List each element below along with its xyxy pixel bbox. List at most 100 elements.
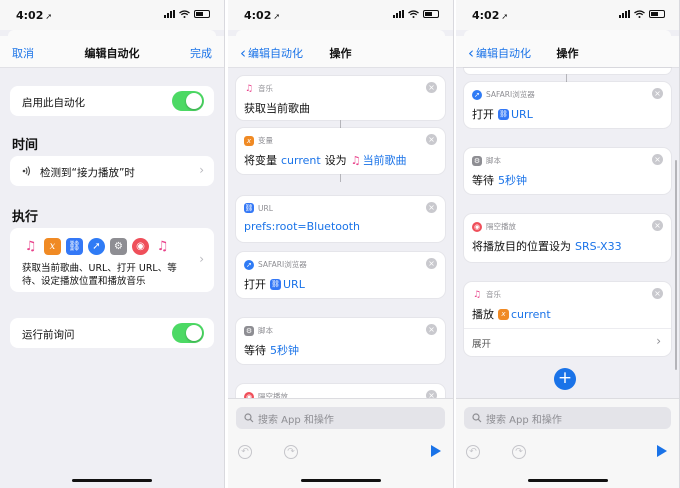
time-section-header: 时间: [12, 138, 39, 153]
screen-actions-top: 4:02 ➚ ‹ 编辑自动化 操作 ♫ 音乐 × 获取当前歌曲 x 变量 × 将变量 c…: [228, 0, 454, 488]
remove-action-icon[interactable]: ×: [652, 288, 663, 299]
url-value-token[interactable]: prefs:root=Bluetooth: [244, 220, 360, 233]
search-placeholder: 搜索 App 和操作: [486, 414, 562, 426]
action-text: 将变量: [244, 154, 277, 167]
remove-action-icon[interactable]: ×: [426, 134, 437, 145]
search-placeholder: 搜索 App 和操作: [258, 414, 334, 426]
expand-label: 展开: [472, 339, 492, 350]
remove-action-icon[interactable]: ×: [652, 88, 663, 99]
action-card-open-url[interactable]: ➚ SAFARI浏览器 × 打开 ⛓ URL: [464, 82, 671, 128]
safari-icon: ➚: [244, 259, 254, 270]
action-card-play-music[interactable]: ♫ 音乐 × 播放 x current 展开 ›: [464, 282, 671, 356]
screen-edit-automation: 4:02 ➚ 取消 编辑自动化 完成 启用此自动化 时间 检测到“接力播放”时 ›…: [0, 0, 225, 488]
action-text: 设为: [324, 154, 347, 167]
action-category: 脚本: [486, 156, 501, 165]
script-icon: ⚙: [110, 238, 127, 255]
undo-icon[interactable]: ↶: [238, 445, 252, 459]
variable-name-token[interactable]: current: [281, 154, 321, 167]
done-button[interactable]: 完成: [190, 45, 212, 61]
status-time: 4:02: [244, 9, 272, 22]
trigger-label: 检测到“接力播放”时: [40, 167, 135, 179]
ask-before-running-toggle[interactable]: [172, 323, 204, 343]
search-bar[interactable]: 搜索 App 和操作: [236, 407, 445, 429]
search-icon: [244, 413, 254, 423]
url-icon: ⛓: [270, 278, 281, 290]
action-category: 脚本: [258, 326, 273, 335]
variable-icon: x: [498, 308, 509, 320]
remove-action-icon[interactable]: ×: [426, 202, 437, 213]
current-song-token[interactable]: ♫ 当前歌曲: [351, 152, 407, 168]
action-text: 播放: [472, 308, 494, 321]
wifi-icon: [634, 10, 645, 18]
status-bar: 4:02 ➚: [456, 0, 679, 30]
chevron-right-icon: ›: [656, 334, 661, 348]
remove-action-icon[interactable]: ×: [652, 220, 663, 231]
action-text: 打开: [472, 108, 494, 121]
action-card-wait[interactable]: ⚙ 脚本 × 等待 5秒钟: [236, 318, 445, 364]
enable-automation-label: 启用此自动化: [22, 97, 85, 109]
status-bar: 4:02 ➚: [0, 0, 224, 30]
action-text: 将播放目的位置设为: [472, 240, 571, 253]
action-card-set-variable[interactable]: x 变量 × 将变量 current 设为 ♫ 当前歌曲: [236, 128, 445, 174]
ask-before-running-cell: 运行前询问: [10, 318, 214, 348]
action-category: 变量: [258, 136, 273, 145]
action-card-wait[interactable]: ⚙ 脚本 × 等待 5秒钟: [464, 148, 671, 194]
remove-action-icon[interactable]: ×: [426, 324, 437, 335]
expand-row[interactable]: 展开 ›: [464, 328, 671, 354]
cellular-signal-icon: [164, 10, 175, 18]
trigger-cell[interactable]: 检测到“接力播放”时 ›: [10, 156, 214, 186]
remove-action-icon[interactable]: ×: [652, 154, 663, 165]
device-token[interactable]: SRS-X33: [575, 240, 622, 253]
safari-icon: ➚: [472, 89, 482, 100]
remove-action-icon[interactable]: ×: [426, 82, 437, 93]
script-icon: ⚙: [472, 155, 482, 166]
back-button-label: 编辑自动化: [248, 47, 303, 60]
duration-token[interactable]: 5秒钟: [498, 172, 527, 188]
url-icon: ⛓: [66, 238, 83, 255]
duration-token[interactable]: 5秒钟: [270, 342, 299, 358]
add-action-button[interactable]: +: [554, 368, 576, 390]
action-card-get-current-song[interactable]: ♫ 音乐 × 获取当前歌曲: [236, 76, 445, 120]
back-button[interactable]: ‹ 编辑自动化: [468, 45, 531, 61]
action-category: SAFARI浏览器: [258, 260, 307, 269]
location-icon: ➚: [45, 12, 53, 21]
bottom-toolbar: 搜索 App 和操作 ↶ ↷: [228, 398, 453, 488]
enable-automation-toggle[interactable]: [172, 91, 204, 111]
bottom-toolbar: 搜索 App 和操作 ↶ ↷: [456, 398, 679, 488]
action-card-open-url[interactable]: ➚ SAFARI浏览器 × 打开 ⛓ URL: [236, 252, 445, 298]
back-button-label: 编辑自动化: [476, 47, 531, 60]
music-icon: ♫: [156, 239, 169, 254]
undo-icon[interactable]: ↶: [466, 445, 480, 459]
status-time: 4:02: [16, 9, 44, 22]
actions-summary-line2: 待、设定播放位置和播放音乐: [22, 276, 146, 287]
home-indicator: [527, 479, 608, 482]
remove-action-icon[interactable]: ×: [426, 258, 437, 269]
play-icon[interactable]: [431, 445, 441, 457]
cancel-button[interactable]: 取消: [12, 45, 34, 61]
safari-icon: ➚: [88, 238, 105, 255]
status-bar: 4:02 ➚: [228, 0, 453, 30]
search-bar[interactable]: 搜索 App 和操作: [464, 407, 671, 429]
action-card-set-playback-destination[interactable]: ◉ 隔空播放 × 将播放目的位置设为 SRS-X33: [464, 214, 671, 262]
action-text: 打开: [244, 278, 266, 291]
current-variable-token[interactable]: x current: [498, 308, 551, 321]
redo-icon[interactable]: ↷: [512, 445, 526, 459]
chevron-right-icon: ›: [199, 163, 204, 177]
action-card-url[interactable]: ⛓ URL × prefs:root=Bluetooth: [236, 196, 445, 242]
music-icon: ♫: [244, 83, 254, 94]
cellular-signal-icon: [619, 10, 630, 18]
location-icon: ➚: [273, 12, 281, 21]
back-button[interactable]: ‹ 编辑自动化: [240, 45, 303, 61]
action-text: 获取当前歌曲: [244, 102, 310, 115]
action-text: 等待: [472, 174, 494, 187]
scrollbar[interactable]: [675, 160, 677, 370]
redo-icon[interactable]: ↷: [284, 445, 298, 459]
url-token[interactable]: ⛓ URL: [498, 108, 533, 121]
chevron-right-icon: ›: [199, 252, 204, 266]
play-icon[interactable]: [657, 445, 667, 457]
chevron-left-icon: ‹: [240, 43, 246, 62]
airplay-icon: ◉: [132, 238, 149, 255]
url-token[interactable]: ⛓ URL: [270, 278, 305, 291]
action-card-partial: [464, 68, 671, 74]
actions-summary-cell[interactable]: ♫ x ⛓ ➚ ⚙ ◉ ♫ 获取当前歌曲、URL、打开 URL、等 待、设定播放…: [10, 228, 214, 292]
